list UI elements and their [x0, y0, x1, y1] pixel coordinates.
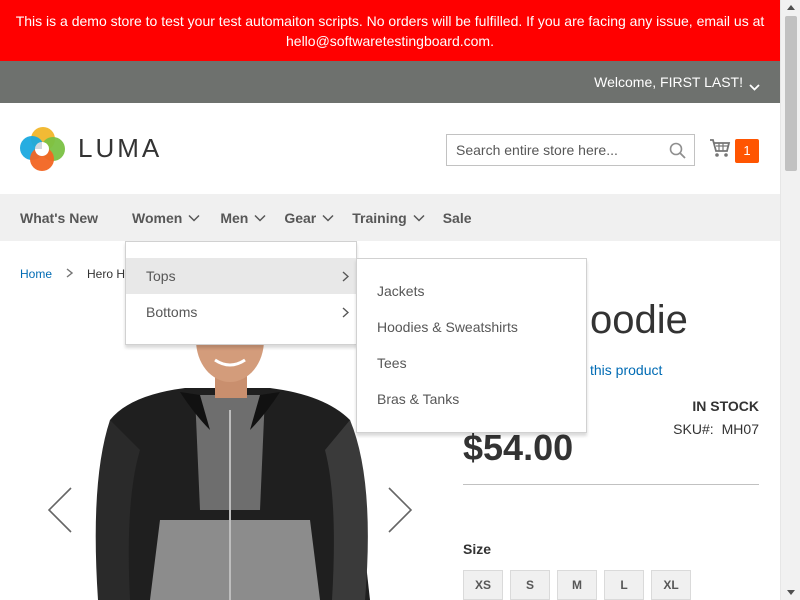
nav-item-gear[interactable]: Gear [284, 210, 334, 226]
breadcrumb-home-link[interactable]: Home [20, 267, 52, 281]
review-link[interactable]: w this product [576, 362, 662, 378]
logo-text: LUMA [78, 133, 163, 163]
stock-status: IN STOCK [692, 398, 759, 414]
size-swatches: XS S M L XL [463, 570, 698, 600]
nav-item-sale[interactable]: Sale [443, 210, 472, 226]
submenu-item-jackets[interactable]: Jackets [357, 273, 586, 309]
chevron-down-icon [322, 214, 334, 222]
gallery-prev-arrow-icon[interactable] [47, 486, 73, 539]
nav-item-training[interactable]: Training [352, 209, 425, 226]
nav-item-men[interactable]: Men [220, 210, 266, 226]
welcome-message[interactable]: Welcome, FIRST LAST! [594, 74, 743, 90]
page: This is a demo store to test your test a… [0, 0, 780, 600]
sku-label: SKU#: [673, 421, 714, 437]
nav-item-label: Gear [284, 209, 317, 226]
submenu-item-tees[interactable]: Tees [357, 345, 586, 381]
menu-item-bottoms[interactable]: Bottoms [126, 294, 356, 330]
cart-icon[interactable] [709, 138, 731, 163]
scroll-up-arrow-icon[interactable] [787, 5, 795, 10]
submenu-item-bras-tanks[interactable]: Bras & Tanks [357, 381, 586, 417]
search-icon[interactable] [669, 142, 686, 164]
size-swatch-xs[interactable]: XS [463, 570, 503, 600]
nav-item-women[interactable]: Women [132, 210, 200, 226]
product-price: $54.00 [463, 427, 574, 468]
sku-value: MH07 [721, 421, 759, 437]
nav-item-whats-new[interactable]: What's New [20, 210, 98, 226]
menu-item-tops[interactable]: Tops [126, 258, 356, 294]
vertical-scrollbar[interactable] [780, 0, 800, 600]
nav-item-label: Men [220, 209, 249, 226]
search-box [446, 134, 695, 166]
size-swatch-m[interactable]: M [557, 570, 597, 600]
breadcrumb: Home Hero H [20, 267, 125, 281]
menu-item-label: Tops [146, 268, 176, 284]
logo[interactable]: LUMA [20, 126, 162, 171]
cart-count-badge[interactable]: 1 [735, 138, 759, 163]
size-swatch-s[interactable]: S [510, 570, 550, 600]
main-navigation: What's New Women Men Gear Training Sale [0, 194, 780, 241]
chevron-down-icon[interactable] [749, 78, 760, 91]
chevron-right-icon [342, 307, 349, 318]
demo-notice-line1: This is a demo store to test your test a… [15, 13, 765, 29]
size-swatch-xl[interactable]: XL [651, 570, 691, 600]
header-content: LUMA 1 [0, 103, 780, 194]
tops-submenu: Jackets Hoodies & Sweatshirts Tees Bras … [356, 258, 587, 433]
demo-notice: This is a demo store to test your test a… [0, 0, 780, 61]
product-title: oodie [590, 298, 688, 342]
demo-notice-line2: hello@softwaretestingboard.com. [286, 33, 494, 49]
minicart[interactable]: 1 [709, 138, 759, 163]
chevron-down-icon [188, 214, 200, 222]
luma-logo-icon [20, 127, 65, 171]
nav-item-label: Women [132, 209, 183, 226]
women-dropdown-menu: Tops Bottoms [125, 241, 357, 345]
search-input[interactable] [447, 135, 657, 165]
chevron-down-icon [413, 214, 425, 222]
product-sku: SKU#: MH07 [673, 421, 759, 437]
chevron-right-icon [66, 267, 74, 281]
breadcrumb-current: Hero H [87, 267, 126, 281]
scrollbar-thumb[interactable] [785, 16, 797, 171]
nav-item-label: What's New [20, 209, 99, 226]
panel-header: Welcome, FIRST LAST! [0, 61, 780, 103]
size-swatch-l[interactable]: L [604, 570, 644, 600]
nav-item-label: Sale [442, 209, 472, 226]
scroll-down-arrow-icon[interactable] [787, 590, 795, 595]
gallery-next-arrow-icon[interactable] [387, 486, 413, 539]
chevron-right-icon [342, 271, 349, 282]
divider [463, 484, 759, 485]
size-label: Size [463, 541, 492, 557]
submenu-item-hoodies-sweatshirts[interactable]: Hoodies & Sweatshirts [357, 309, 586, 345]
nav-item-label: Training [352, 209, 407, 226]
chevron-down-icon [254, 214, 266, 222]
menu-item-label: Bottoms [146, 304, 198, 320]
